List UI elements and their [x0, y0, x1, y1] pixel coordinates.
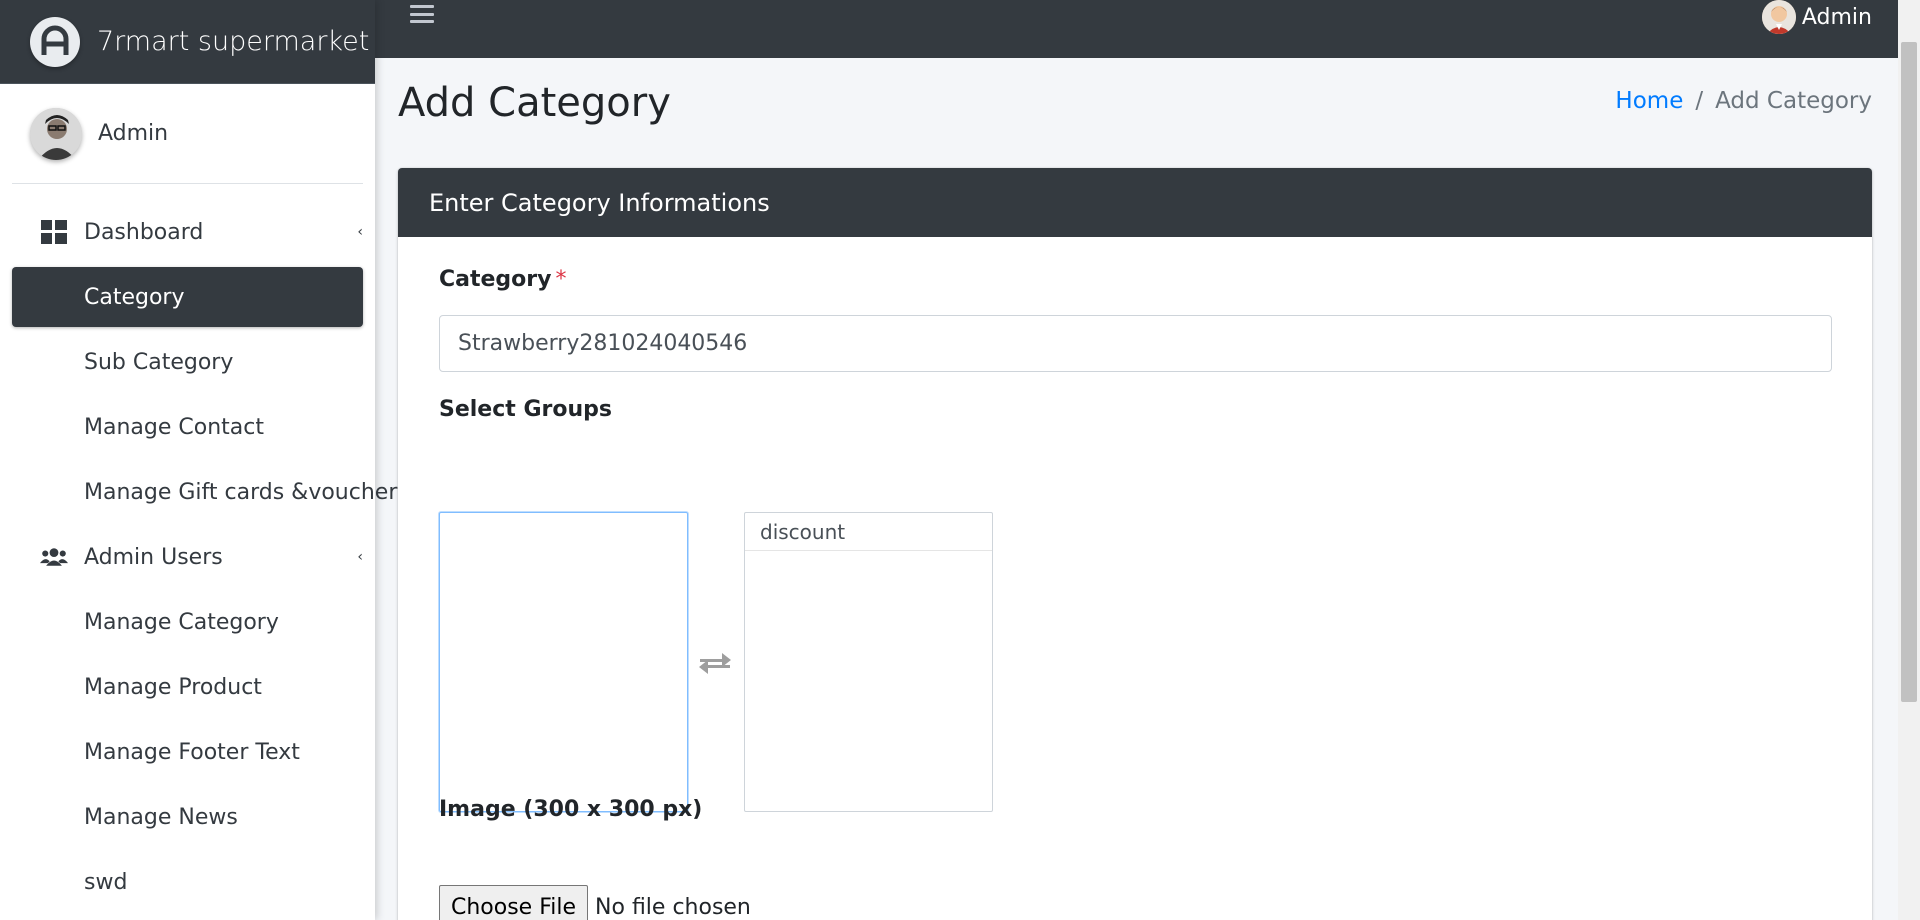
image-label: Image (300 x 300 px): [439, 797, 703, 822]
sidebar-item-dashboard[interactable]: Dashboard ‹: [12, 202, 363, 262]
sidebar: 7rmart supermarket Admin Dashboard ‹ Cat…: [0, 0, 397, 920]
category-label: Category *: [439, 267, 566, 292]
sidebar-item-label: Manage News: [84, 804, 238, 830]
sidebar-item-gift-cards[interactable]: Manage Gift cards &voucher: [12, 462, 397, 522]
breadcrumb-home-link[interactable]: Home: [1615, 88, 1683, 114]
dashboard-icon: [40, 218, 68, 246]
sidebar-item-manage-contact[interactable]: Manage Contact: [12, 397, 363, 457]
select-groups-label: Select Groups: [439, 397, 612, 422]
sidebar-user-name[interactable]: Admin: [98, 121, 168, 146]
sidebar-item-label: Manage Contact: [84, 414, 264, 440]
top-user-menu[interactable]: Admin: [1761, 0, 1872, 34]
card-header: Enter Category Informations: [398, 168, 1872, 237]
sidebar-item-category[interactable]: Category: [12, 267, 363, 327]
breadcrumb: Home / Add Category: [1615, 88, 1872, 114]
brand-text: 7rmart supermarket: [97, 26, 370, 57]
sidebar-item-label: Manage Category: [84, 609, 279, 635]
sidebar-item-label: Manage Footer Text: [84, 739, 300, 765]
sidebar-item-manage-footer-text[interactable]: Manage Footer Text: [12, 722, 363, 782]
chevron-left-icon: ‹: [357, 549, 363, 565]
sidebar-item-label: Manage Gift cards &voucher: [84, 479, 398, 505]
avatar: [1761, 0, 1796, 34]
sidebar-item-admin-users[interactable]: Admin Users ‹: [12, 527, 363, 587]
sidebar-item-manage-news[interactable]: Manage News: [12, 787, 363, 847]
page-title: Add Category: [398, 80, 671, 126]
brand-logo-icon: [30, 16, 80, 67]
file-status: No file chosen: [595, 895, 751, 920]
user-panel[interactable]: Admin: [12, 84, 363, 184]
main-content: Add Category Home / Add Category Enter C…: [375, 58, 1898, 920]
sidebar-item-label: Sub Category: [84, 349, 234, 375]
category-form-card: Enter Category Informations Category * St…: [398, 168, 1872, 920]
sidebar-item-label: Dashboard: [84, 219, 204, 245]
top-user-name: Admin: [1801, 4, 1872, 30]
sidebar-item-sub-category[interactable]: Sub Category: [12, 332, 363, 392]
breadcrumb-separator: /: [1695, 88, 1704, 114]
sidebar-item-manage-category[interactable]: Manage Category: [12, 592, 363, 652]
category-label-text: Category: [439, 267, 552, 292]
selected-groups-listbox[interactable]: discount: [744, 512, 993, 812]
sidebar-item-label: Category: [84, 284, 185, 310]
hamburger-icon[interactable]: [410, 2, 434, 26]
sidebar-item-label: Admin Users: [84, 544, 223, 570]
available-groups-listbox[interactable]: [439, 512, 688, 812]
breadcrumb-current: Add Category: [1715, 88, 1872, 114]
brand-link[interactable]: 7rmart supermarket: [0, 0, 375, 84]
choose-file-button[interactable]: Choose File: [439, 885, 589, 920]
sidebar-item-label: swd: [84, 869, 128, 895]
category-input-value: Strawberry281024040546: [458, 331, 748, 356]
sidebar-nav: Dashboard ‹ Category Sub Category Manage…: [0, 202, 397, 912]
chevron-left-icon: ‹: [357, 224, 363, 240]
swap-arrows-icon[interactable]: [696, 647, 734, 677]
sidebar-item-swd[interactable]: swd: [12, 852, 363, 912]
scrollbar[interactable]: [1898, 0, 1920, 920]
sidebar-item-manage-product[interactable]: Manage Product: [12, 657, 363, 717]
scrollbar-thumb[interactable]: [1901, 42, 1917, 702]
sidebar-item-label: Manage Product: [84, 674, 262, 700]
top-navbar: Admin: [375, 0, 1898, 58]
file-input[interactable]: Choose File No file chosen: [439, 885, 751, 920]
users-icon: [40, 543, 68, 571]
category-input[interactable]: Strawberry281024040546: [439, 315, 1832, 372]
required-mark: *: [555, 267, 567, 292]
avatar: [30, 107, 82, 160]
list-item[interactable]: discount: [745, 513, 992, 551]
